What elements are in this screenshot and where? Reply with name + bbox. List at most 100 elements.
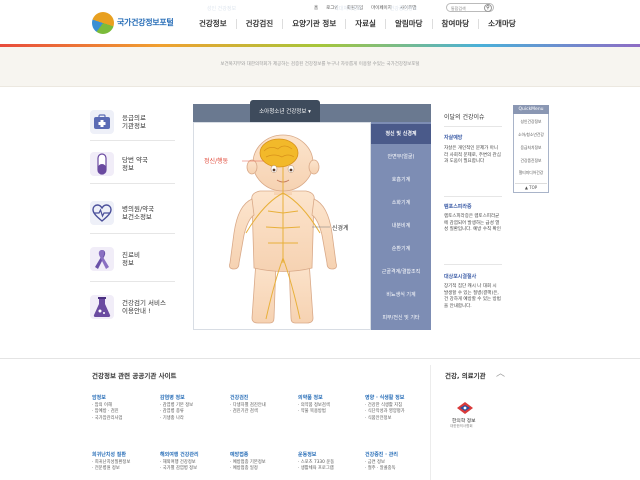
site-link[interactable]: · 예방접종 일정 xyxy=(230,466,290,473)
body-system-item[interactable]: 피부/전신 및 기타 xyxy=(371,308,431,328)
left-menu-label: 병의원/약국 보건소정보 xyxy=(122,204,155,221)
left-menu-pharmacy[interactable]: 당번 약국 정보 xyxy=(90,146,175,181)
issue-body[interactable]: 자살은 개인적인 문제가 아니라 사회적 문제로, 주변의 관심과 도움이 필요… xyxy=(444,146,502,166)
site-column-heading[interactable]: 예방접종 xyxy=(230,452,290,459)
site-column: 예방접종 · 예방접종 기본정보 · 예방접종 일정 xyxy=(230,452,290,473)
quick-menu-item[interactable]: 멀티미디어건강 xyxy=(515,170,547,176)
site-column: 영양 · 식생활 정보 · 건강한 식생활 지침 · 식단작성과 영양평가 · … xyxy=(365,395,425,422)
banner xyxy=(0,47,640,87)
site-column-heading[interactable]: 건강검진 xyxy=(230,395,290,402)
body-system-item[interactable]: 비뇨생식 기계 xyxy=(371,285,431,305)
quick-menu-item[interactable]: 성인건강정보 xyxy=(515,119,547,125)
tab-health-promotion[interactable]: 건강증진정보 xyxy=(376,0,431,18)
site-column-heading[interactable]: 운동정보 xyxy=(298,452,358,459)
site-column: 건강증진 · 관리 · 금연 정보 · 절주 · 알콜중독 xyxy=(365,452,425,473)
issue-heading[interactable]: 템포스피라증 xyxy=(444,203,472,210)
body-map-canvas: 정신/행동 신경계 xyxy=(193,122,371,330)
divider xyxy=(90,281,175,282)
gnb-notice[interactable]: 알림마당 xyxy=(384,19,432,29)
divider xyxy=(444,264,502,265)
site-link[interactable]: · 기생충 나라 xyxy=(160,416,220,423)
left-menu-label: 건강검기 서비스 이용안내 ! xyxy=(122,298,166,315)
first-aid-kit-icon xyxy=(90,109,114,134)
caret-up-icon: ▲ xyxy=(524,185,528,190)
korean-medicine-logo-icon[interactable] xyxy=(455,401,475,415)
issue-body[interactable]: 렙토스피라증은 렙토스피라균에 감염되어 발생하는 급성 열성 질환입니다. 예… xyxy=(444,214,502,234)
gnb-health-info[interactable]: 건강정보 xyxy=(190,19,236,29)
issue-heading[interactable]: 자살예방 xyxy=(444,134,462,141)
top-label: TOP xyxy=(529,185,538,190)
issue-body[interactable]: 장기적 집단 캐시 나 대회 시 발생할 수 있는 질병(결핵)은, 건 강하게… xyxy=(444,284,502,310)
quick-menu-item[interactable]: 소아/청소년건강 xyxy=(515,132,547,138)
site-link[interactable]: · 생활체육 프로그램 xyxy=(298,466,358,473)
tab-first-aid[interactable]: 국대처지정보 xyxy=(320,0,376,18)
left-menu-hospital[interactable]: 병의원/약국 보건소정보 xyxy=(90,195,175,230)
quick-menu-item[interactable]: 건강증진정보 xyxy=(515,158,547,164)
site-column-heading[interactable]: 희귀난치성 질환 xyxy=(92,452,152,459)
left-menu-cost[interactable]: 진료비 정보 xyxy=(90,241,175,276)
site-link[interactable]: · 국가별 감염병 정보 xyxy=(160,466,220,473)
top-button[interactable]: ▲ TOP xyxy=(515,183,547,190)
site-link[interactable]: · 절주 · 알콜중독 xyxy=(365,466,425,473)
site-link[interactable]: · 전문병원 정보 xyxy=(92,466,152,473)
site-link[interactable]: · 약물 복용방법 xyxy=(298,409,358,416)
divider xyxy=(90,140,175,141)
gnb-library[interactable]: 자료실 xyxy=(345,19,385,29)
body-system-item[interactable]: 안면부(얼굴) xyxy=(371,147,431,167)
gnb-care-institution[interactable]: 요양기관 정보 xyxy=(282,19,345,29)
site-column: 감염병 정보 · 감염병 기본 정보 · 감염병 종류 · 기생충 나라 xyxy=(160,395,220,422)
site-link[interactable]: · 국가암관리사업 xyxy=(92,416,152,423)
portal-logo-text[interactable]: 국가건강정보포털 xyxy=(117,17,174,28)
divider xyxy=(444,196,502,197)
body-system-item[interactable]: 소화기계 xyxy=(371,193,431,213)
divider xyxy=(444,126,502,127)
issue-heading[interactable]: 대상포시결절사 xyxy=(444,273,476,280)
site-column-heading[interactable]: 해외여행 건강관리 xyxy=(160,452,220,459)
monthly-issue-title: 이달의 건강이슈 xyxy=(444,114,485,121)
body-system-item[interactable]: 근골격계/결합조직 xyxy=(371,262,431,282)
gnb-participation[interactable]: 참여마당 xyxy=(431,19,479,29)
tab-adult[interactable]: 성인 건강정보 xyxy=(193,0,250,18)
org-name[interactable]: 한의학 정보 xyxy=(452,417,476,424)
divider xyxy=(90,233,175,234)
divider xyxy=(430,365,431,480)
body-label-nerve[interactable]: 신경계 xyxy=(332,224,349,232)
divider xyxy=(90,183,175,184)
tab-child[interactable]: 소아청소년 건강정보 ▾ xyxy=(250,100,320,122)
body-system-item[interactable]: 내분비계 xyxy=(371,216,431,236)
util-link-home[interactable]: 홈 xyxy=(314,5,318,11)
gnb-about[interactable]: 소개마당 xyxy=(478,19,525,29)
left-menu-label: 당번 약국 정보 xyxy=(122,155,148,172)
site-column-heading[interactable]: 건강증진 · 관리 xyxy=(365,452,425,459)
site-link[interactable]: · 검진기관 검색 xyxy=(230,409,290,416)
ribbon-icon xyxy=(90,246,114,271)
child-body-illustration[interactable]: 정신/행동 신경계 xyxy=(194,123,372,331)
site-column: 해외여행 건강관리 · 해외여행 건강정보 · 국가별 감염병 정보 xyxy=(160,452,220,473)
banner-text: 보건복지부와 대한의학회가 제공하는 검증된 건강정보를 누구나 자유롭게 이용… xyxy=(220,62,420,67)
body-system-item[interactable]: 호흡기계 xyxy=(371,170,431,190)
site-column-heading[interactable]: 의약품 정보 xyxy=(298,395,358,402)
site-column: 의약품 정보 · 의약품 정보검색 · 약물 복용방법 xyxy=(298,395,358,416)
portal-logo-icon[interactable] xyxy=(92,12,114,34)
chevron-down-icon: ▾ xyxy=(308,109,311,115)
gnb-checkup[interactable]: 건강검진 xyxy=(235,19,283,29)
pill-capsule-icon xyxy=(90,151,114,176)
chevron-up-icon[interactable]: ︿ xyxy=(496,366,505,379)
site-column-heading[interactable]: 암정보 xyxy=(92,395,152,402)
body-system-item[interactable]: 순환기계 xyxy=(371,239,431,259)
heart-pulse-icon xyxy=(90,200,114,225)
left-menu-label: 진료비 정보 xyxy=(122,250,140,267)
site-link[interactable]: · 식품안전정보 xyxy=(365,416,425,423)
flask-icon xyxy=(90,294,114,319)
brain-highlight[interactable] xyxy=(259,138,299,168)
site-column-heading[interactable]: 영양 · 식생활 정보 xyxy=(365,395,425,402)
left-menu-checkup-service[interactable]: 건강검기 서비스 이용안내 ! xyxy=(90,289,175,324)
section-divider xyxy=(0,358,640,359)
site-column: 암정보 · 암의 이해 · 암예방 · 검진 · 국가암관리사업 xyxy=(92,395,152,422)
quick-menu-item[interactable]: 응급처치정보 xyxy=(515,145,547,151)
body-label-mental[interactable]: 정신/행동 xyxy=(204,157,229,165)
search-icon[interactable]: ⚲ xyxy=(484,4,492,12)
body-system-item-active[interactable]: 정신 및 신경계 xyxy=(371,124,431,144)
site-column-heading[interactable]: 감염병 정보 xyxy=(160,395,220,402)
left-menu-emergency[interactable]: 응급의료 기관정보 xyxy=(90,104,175,139)
